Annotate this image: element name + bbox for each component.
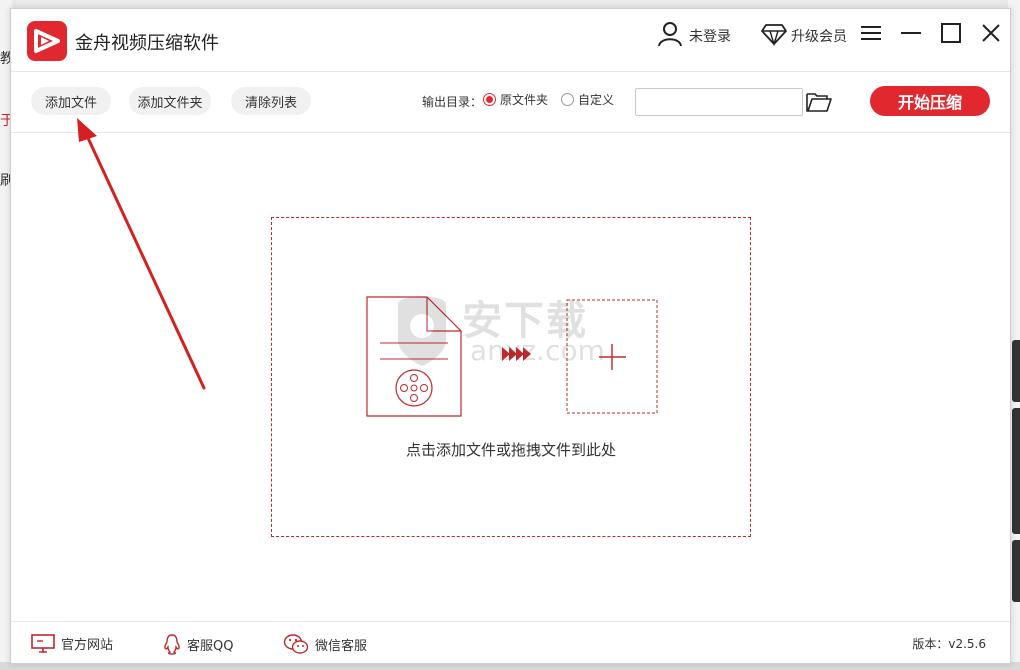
login-button[interactable]: 未登录 <box>657 21 731 51</box>
app-title: 金舟视频压缩软件 <box>75 33 219 54</box>
browse-folder-button[interactable] <box>805 90 833 114</box>
background-tab <box>1012 408 1020 534</box>
radio-unselected-icon <box>561 93 574 106</box>
minimize-button[interactable] <box>897 19 925 47</box>
minimize-icon <box>901 32 921 34</box>
official-website-link[interactable]: 官方网站 <box>31 633 113 653</box>
vip-label: 升级会员 <box>791 29 847 45</box>
upgrade-vip-button[interactable]: 升级会员 <box>761 21 847 51</box>
background-tab <box>1012 540 1020 602</box>
diamond-icon <box>761 22 787 50</box>
hamburger-menu-icon <box>861 26 881 40</box>
monitor-icon <box>31 634 55 653</box>
file-drop-zone[interactable]: 点击添加文件或拖拽文件到此处 <box>271 217 751 537</box>
radio-custom-folder[interactable]: 自定义 <box>561 91 614 108</box>
title-bar: 金舟视频压缩软件 未登录 升级会员 <box>11 9 1010 72</box>
qq-penguin-icon <box>164 634 180 655</box>
version-label: 版本：v2.5.6 <box>912 637 986 651</box>
customer-service-qq-link[interactable]: 客服QQ <box>163 633 233 655</box>
maximize-icon <box>941 23 961 43</box>
site-watermark: 安下载 anxz.com <box>390 286 630 376</box>
drop-zone-illustration <box>366 296 658 417</box>
wechat-service-label: 微信客服 <box>315 638 368 654</box>
customer-service-qq-label: 客服QQ <box>187 638 234 654</box>
wechat-service-link[interactable]: 微信客服 <box>283 633 367 655</box>
radio-selected-icon <box>483 93 496 106</box>
toolbar: 添加文件 添加文件夹 清除列表 输出目录： 原文件夹 自定义 开始压缩 <box>11 72 1010 133</box>
radio-original-folder-label: 原文件夹 <box>500 93 549 107</box>
menu-button[interactable] <box>857 19 885 47</box>
user-icon <box>657 21 683 51</box>
drop-zone-hint: 点击添加文件或拖拽文件到此处 <box>405 441 616 459</box>
app-logo-icon <box>27 21 67 61</box>
open-folder-icon <box>806 93 832 112</box>
wechat-icon <box>283 634 309 654</box>
login-label: 未登录 <box>689 29 731 45</box>
official-website-label: 官方网站 <box>61 637 114 653</box>
output-directory-label: 输出目录： <box>422 95 483 109</box>
maximize-button[interactable] <box>937 19 965 47</box>
add-file-button[interactable]: 添加文件 <box>31 87 111 115</box>
footer: 官方网站 客服QQ 微信客服 版本：v2.5.6 <box>11 621 1010 664</box>
close-button[interactable] <box>977 19 1005 47</box>
close-icon <box>982 24 1000 42</box>
output-path-input[interactable] <box>635 88 803 116</box>
background-tab <box>1012 340 1020 402</box>
radio-custom-folder-label: 自定义 <box>578 93 615 107</box>
radio-original-folder[interactable]: 原文件夹 <box>483 91 548 108</box>
watermark-shield-icon <box>398 296 446 366</box>
clear-list-button[interactable]: 清除列表 <box>231 87 311 115</box>
start-compress-button[interactable]: 开始压缩 <box>870 86 990 116</box>
add-folder-button[interactable]: 添加文件夹 <box>129 87 211 115</box>
watermark-domain: anxz.com <box>470 334 605 367</box>
